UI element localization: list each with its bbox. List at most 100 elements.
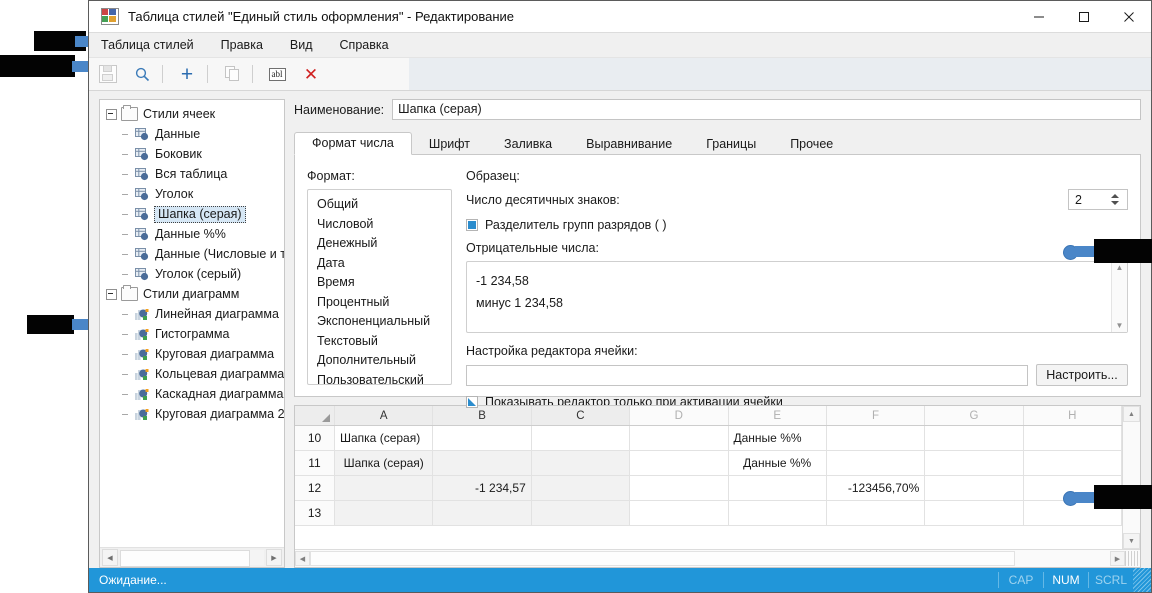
tree-scroll-track[interactable] <box>120 550 264 567</box>
format-item-vremya[interactable]: Время <box>308 273 451 293</box>
cell-b12[interactable]: -1 234,57 <box>432 475 532 501</box>
collapse-icon[interactable] <box>106 108 117 120</box>
menu-item-style-table[interactable]: Таблица стилей <box>101 38 194 52</box>
tab-number-format[interactable]: Формат числа <box>294 132 412 155</box>
delete-button[interactable]: ✕ <box>296 61 326 87</box>
editor-setup-input[interactable] <box>466 364 1028 386</box>
column-header-f[interactable]: F <box>826 406 926 426</box>
tree-group-cell-styles[interactable]: Стили ячеек <box>100 104 284 124</box>
search-button[interactable] <box>127 61 157 87</box>
name-input[interactable]: Шапка (серая) <box>392 99 1141 120</box>
tree-item-ugolok-seryi[interactable]: Уголок (серый) <box>100 264 284 284</box>
tree-item-kaskadnaya-diagramma[interactable]: Каскадная диаграмма <box>100 384 284 404</box>
format-item-polzovatelskiy[interactable]: Пользовательский <box>308 371 451 385</box>
row-header-11[interactable]: 11 <box>295 450 335 476</box>
format-item-tekstovyy[interactable]: Текстовый <box>308 332 451 352</box>
cell-g10[interactable] <box>924 425 1024 451</box>
sheet-scroll-up-icon[interactable]: ▲ <box>1123 406 1140 422</box>
show-editor-checkbox[interactable] <box>466 396 478 408</box>
tab-font[interactable]: Шрифт <box>412 133 487 155</box>
sheet-resize-grip[interactable] <box>1125 551 1140 566</box>
sheet-horizontal-track[interactable] <box>310 551 1110 566</box>
sheet-scroll-down-icon[interactable]: ▼ <box>1123 533 1140 549</box>
add-button[interactable]: + <box>172 61 202 87</box>
cell-a11[interactable]: Шапка (серая) <box>334 450 434 476</box>
copy-button[interactable] <box>217 61 247 87</box>
sheet-horizontal-thumb[interactable] <box>310 551 1015 566</box>
scroll-up-icon[interactable]: ▲ <box>1116 264 1124 272</box>
cell-b10[interactable] <box>432 425 532 451</box>
negative-list-scrollbar[interactable]: ▲ ▼ <box>1111 262 1127 332</box>
configure-button[interactable]: Настроить... <box>1036 364 1128 386</box>
tree-item-kolcevaya-diagramma[interactable]: Кольцевая диаграмма <box>100 364 284 384</box>
stepper-arrows[interactable] <box>1106 194 1127 205</box>
cell-b13[interactable] <box>432 500 532 526</box>
decimals-stepper[interactable]: 2 <box>1068 189 1128 210</box>
cell-a12[interactable] <box>334 475 434 501</box>
format-item-data[interactable]: Дата <box>308 254 451 274</box>
tree-item-lineynaya-diagramma[interactable]: Линейная диаграмма <box>100 304 284 324</box>
cell-e12[interactable] <box>728 475 827 501</box>
tree-item-bokovik[interactable]: Боковик <box>100 144 284 164</box>
tree-scroll-thumb[interactable] <box>120 550 250 567</box>
tree-item-vsya-tablica[interactable]: Вся таблица <box>100 164 284 184</box>
row-header-13[interactable]: 13 <box>295 500 335 526</box>
format-list[interactable]: Общий Числовой Денежный Дата Время Проце… <box>307 189 452 385</box>
cell-d13[interactable] <box>629 500 729 526</box>
column-header-g[interactable]: G <box>924 406 1024 426</box>
cell-a10[interactable]: Шапка (серая) <box>334 425 434 451</box>
cell-e13[interactable] <box>728 500 827 526</box>
row-header-10[interactable]: 10 <box>295 425 335 451</box>
rename-button[interactable]: abl <box>262 61 292 87</box>
column-header-h[interactable]: H <box>1023 406 1122 426</box>
negative-item-2[interactable]: минус 1 234,58 <box>476 292 1111 314</box>
cell-f12[interactable]: -123456,70% <box>826 475 926 501</box>
tab-borders[interactable]: Границы <box>689 133 773 155</box>
tab-alignment[interactable]: Выравнивание <box>569 133 689 155</box>
format-item-obshchiy[interactable]: Общий <box>308 195 451 215</box>
format-item-eksponentsialnyy[interactable]: Экспоненциальный <box>308 312 451 332</box>
menu-item-edit[interactable]: Правка <box>221 38 263 52</box>
close-icon[interactable] <box>1106 1 1151 32</box>
cell-b11[interactable] <box>432 450 532 476</box>
cell-d12[interactable] <box>629 475 729 501</box>
row-header-12[interactable]: 12 <box>295 475 335 501</box>
cell-c10[interactable] <box>531 425 631 451</box>
scroll-down-icon[interactable]: ▼ <box>1116 322 1124 330</box>
column-header-c[interactable]: C <box>531 406 631 426</box>
cell-d11[interactable] <box>629 450 729 476</box>
menu-item-help[interactable]: Справка <box>340 38 389 52</box>
cell-c11[interactable] <box>531 450 631 476</box>
tree-item-dannye-chislovye[interactable]: Данные (Числовые и ты <box>100 244 284 264</box>
format-item-protsentnyy[interactable]: Процентный <box>308 293 451 313</box>
cell-a13[interactable] <box>334 500 434 526</box>
scroll-right-icon[interactable]: ▶ <box>266 549 282 566</box>
maximize-icon[interactable] <box>1061 1 1106 32</box>
tree-item-gistogramma[interactable]: Гистограмма <box>100 324 284 344</box>
sheet-scroll-right-icon[interactable]: ▶ <box>1110 551 1125 566</box>
tree-item-dannye-pct[interactable]: Данные %% <box>100 224 284 244</box>
tree-item-shapka-seraya[interactable]: Шапка (серая) <box>100 204 284 224</box>
column-header-e[interactable]: E <box>728 406 827 426</box>
sheet-horizontal-scrollbar[interactable]: ◀ ▶ <box>295 549 1140 567</box>
column-header-d[interactable]: D <box>629 406 729 426</box>
sheet-scroll-left-icon[interactable]: ◀ <box>295 551 310 566</box>
cell-c12[interactable] <box>531 475 631 501</box>
cell-f13[interactable] <box>826 500 926 526</box>
collapse-icon[interactable] <box>106 288 117 300</box>
window-resize-grip[interactable] <box>1133 568 1151 592</box>
menu-item-view[interactable]: Вид <box>290 38 313 52</box>
cell-e10[interactable]: Данные %% <box>728 425 827 451</box>
stepper-up-icon[interactable] <box>1110 194 1119 198</box>
cell-f11[interactable] <box>826 450 926 476</box>
cell-f10[interactable] <box>826 425 926 451</box>
cell-h11[interactable] <box>1023 450 1122 476</box>
tree-item-ugolok[interactable]: Уголок <box>100 184 284 204</box>
tab-other[interactable]: Прочее <box>773 133 850 155</box>
format-item-denezhnyy[interactable]: Денежный <box>308 234 451 254</box>
cell-g12[interactable] <box>924 475 1024 501</box>
tab-fill[interactable]: Заливка <box>487 133 569 155</box>
sheet-vertical-scrollbar[interactable]: ▲ ▼ <box>1122 406 1140 549</box>
save-button[interactable] <box>93 61 123 87</box>
tree-item-krugovaya-diagramma[interactable]: Круговая диаграмма <box>100 344 284 364</box>
